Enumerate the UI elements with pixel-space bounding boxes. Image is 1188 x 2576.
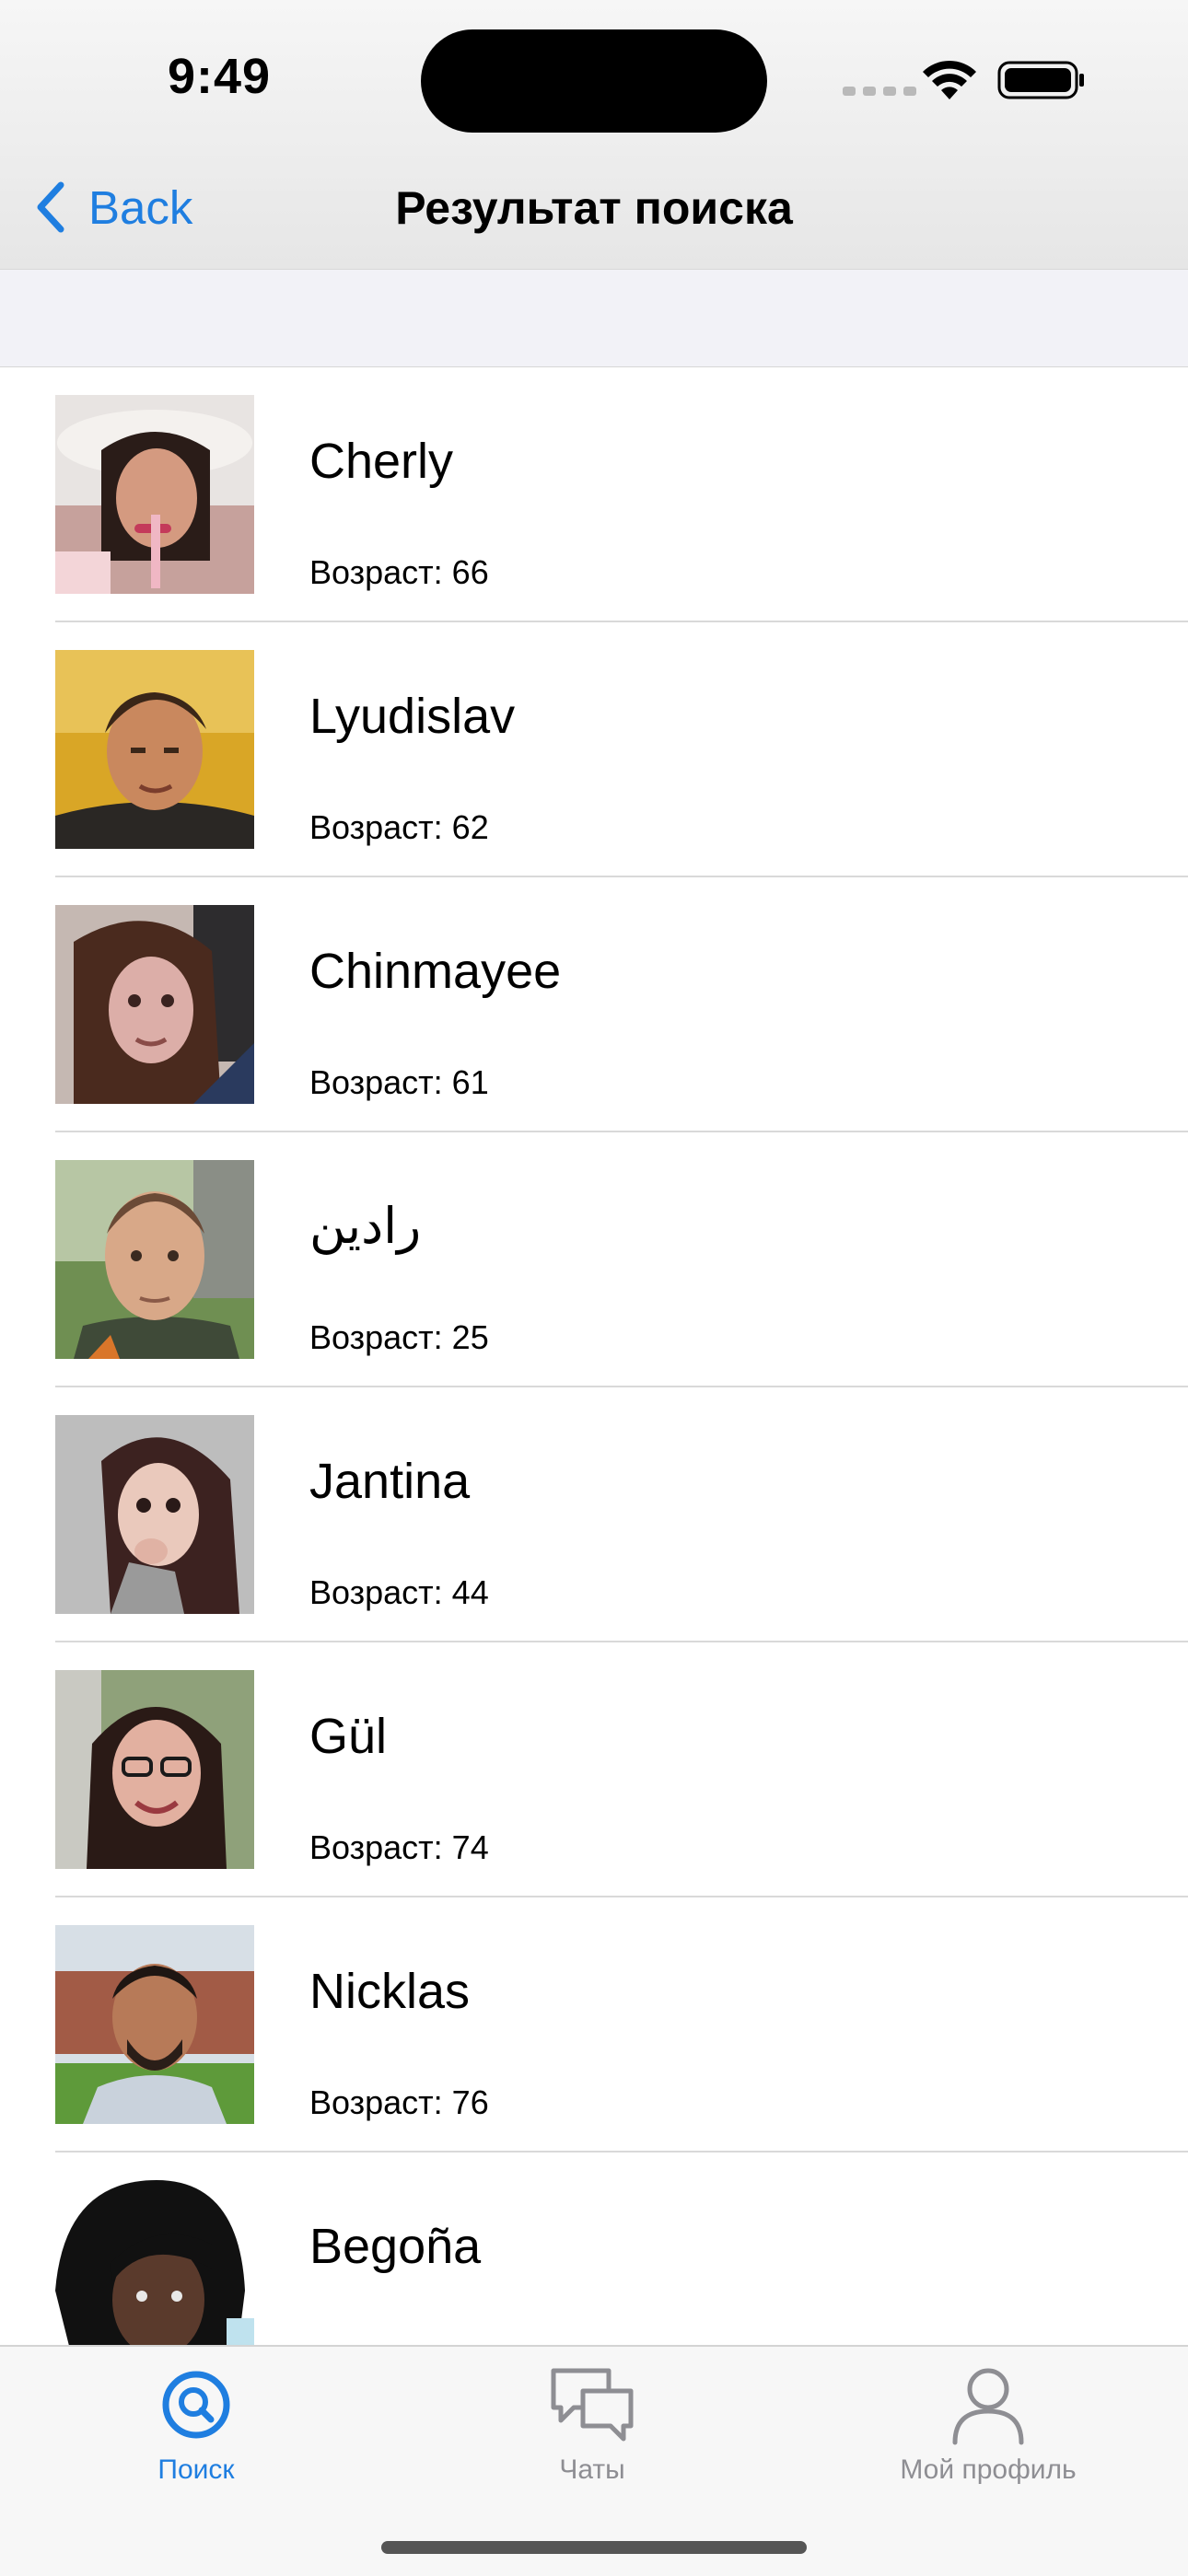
person-age: Возраст: 62 — [309, 808, 489, 846]
tab-my-profile[interactable]: Мой профиль — [850, 2363, 1126, 2487]
person-age: Возраст: 76 — [309, 2083, 489, 2121]
navigation-bar: 9:49 Back Результат поиска — [0, 0, 1188, 270]
avatar — [55, 1670, 254, 1869]
person-name: Gül — [309, 1709, 388, 1764]
result-row[interactable]: Gül Возраст: 74 — [0, 1642, 1188, 1897]
person-age: Возраст: 61 — [309, 1063, 489, 1101]
person-name: Lyudislav — [309, 689, 516, 744]
avatar — [55, 650, 254, 849]
person-name: رادين — [309, 1199, 422, 1254]
cellular-signal-icon — [843, 87, 916, 96]
status-time: 9:49 — [168, 49, 272, 104]
person-name: Cherly — [309, 434, 454, 489]
person-age: Возраст: 25 — [309, 1318, 489, 1356]
page-title: Результат поиска — [395, 182, 793, 234]
result-row[interactable]: Lyudislav Возраст: 62 — [0, 622, 1188, 877]
avatar — [55, 395, 254, 594]
tab-label: Чаты — [559, 2454, 625, 2485]
person-name: Begoña — [309, 2219, 482, 2274]
result-row[interactable]: Nicklas Возраст: 76 — [0, 1897, 1188, 2152]
person-age: Возраст: 66 — [309, 553, 489, 591]
person-name: Jantina — [309, 1454, 471, 1509]
person-name: Nicklas — [309, 1964, 471, 2019]
avatar — [55, 1925, 254, 2124]
avatar — [55, 2180, 254, 2345]
avatar — [55, 1160, 254, 1359]
person-icon — [952, 2368, 1024, 2445]
search-icon — [162, 2371, 230, 2439]
result-row[interactable]: Cherly Возраст: 66 — [0, 367, 1188, 622]
wifi-icon — [923, 60, 976, 99]
avatar — [55, 905, 254, 1104]
tab-label: Мой профиль — [900, 2454, 1077, 2485]
result-row[interactable]: Chinmayee Возраст: 61 — [0, 877, 1188, 1132]
result-row[interactable]: رادين Возраст: 25 — [0, 1132, 1188, 1387]
home-indicator — [381, 2541, 807, 2554]
avatar — [55, 1415, 254, 1614]
chat-bubbles-icon — [551, 2368, 634, 2442]
tab-label: Поиск — [157, 2454, 235, 2485]
search-results-list[interactable]: Cherly Возраст: 66 Lyudislav Возраст: 62 — [0, 367, 1188, 2345]
dynamic-island — [421, 29, 767, 133]
list-header — [0, 270, 1188, 367]
result-row[interactable]: Begoña — [0, 2152, 1188, 2345]
person-age: Возраст: 44 — [309, 1573, 489, 1611]
person-age: Возраст: 74 — [309, 1828, 489, 1866]
tab-chats[interactable]: Чаты — [454, 2363, 730, 2487]
battery-icon — [997, 61, 1084, 99]
tab-search[interactable]: Поиск — [58, 2363, 334, 2487]
result-row[interactable]: Jantina Возраст: 44 — [0, 1387, 1188, 1642]
person-name: Chinmayee — [309, 944, 562, 999]
